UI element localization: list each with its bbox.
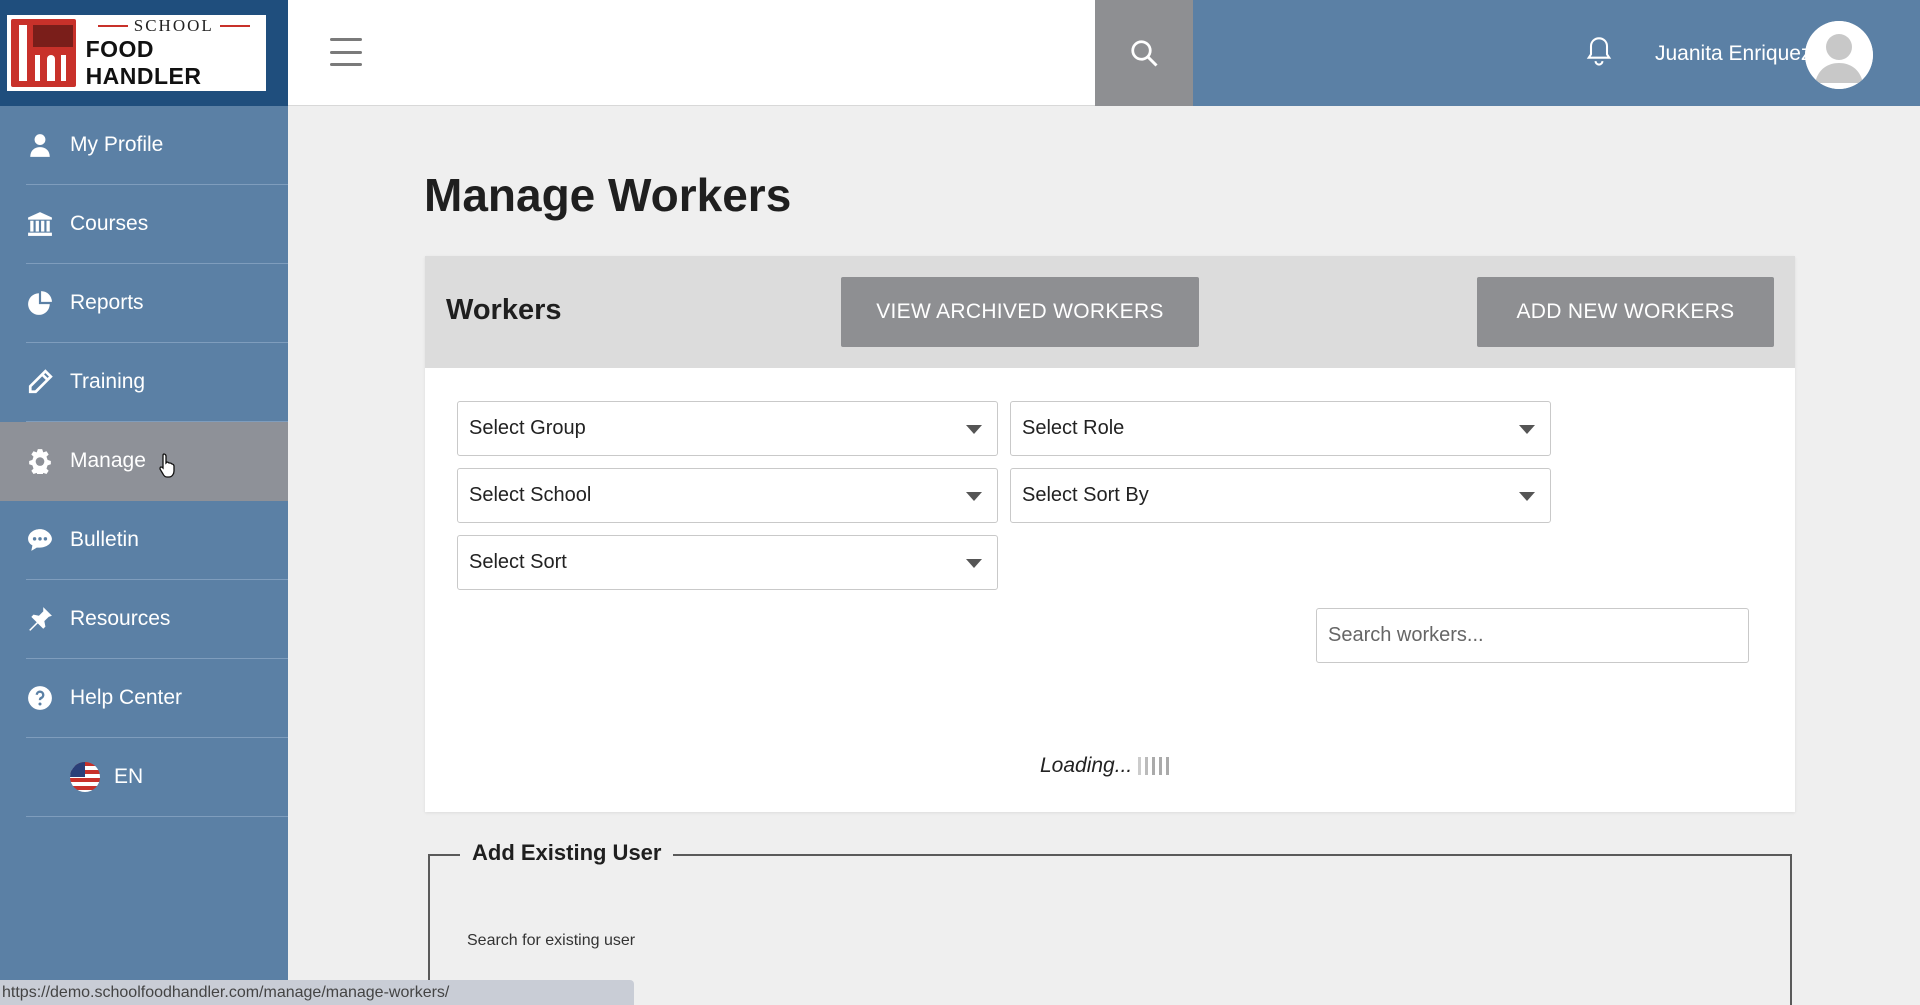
sidebar-item-training[interactable]: Training <box>26 343 288 422</box>
sidebar-item-label: Help Center <box>70 686 183 709</box>
logo-area: SCHOOL FOOD HANDLER <box>0 0 288 106</box>
sidebar-nav: My Profile Courses Reports Training Mana… <box>0 106 288 817</box>
panel-header: Workers VIEW ARCHIVED WORKERS ADD NEW WO… <box>425 256 1795 368</box>
chevron-down-icon <box>1519 492 1535 501</box>
sidebar-item-label: Training <box>70 370 146 393</box>
user-avatar-icon <box>1805 21 1873 89</box>
gear-icon <box>26 447 54 475</box>
sidebar-item-label: Courses <box>70 212 149 235</box>
sidebar-item-bulletin[interactable]: Bulletin <box>26 501 288 580</box>
add-new-workers-button[interactable]: ADD NEW WORKERS <box>1477 277 1774 347</box>
chevron-down-icon <box>966 425 982 434</box>
select-sort-dropdown[interactable]: Select Sort <box>457 535 998 590</box>
loading-indicator: Loading... <box>1040 754 1170 778</box>
chevron-down-icon <box>966 492 982 501</box>
sidebar-item-label: Manage <box>70 449 146 472</box>
language-label: EN <box>114 765 144 788</box>
search-workers-input[interactable] <box>1316 608 1749 663</box>
sidebar-item-help-center[interactable]: Help Center <box>26 659 288 738</box>
chat-icon <box>26 526 54 554</box>
logo[interactable]: SCHOOL FOOD HANDLER <box>7 15 266 91</box>
chevron-down-icon <box>1519 425 1535 434</box>
sidebar: SCHOOL FOOD HANDLER My Profile Courses R… <box>0 0 288 1005</box>
pin-icon <box>26 605 54 633</box>
panel-title: Workers <box>446 294 562 326</box>
user-icon <box>26 131 54 159</box>
sidebar-item-label: Reports <box>70 291 144 314</box>
us-flag-icon <box>70 762 100 792</box>
sidebar-item-label: Bulletin <box>70 528 139 551</box>
bell-icon[interactable] <box>1585 36 1613 68</box>
logo-bottom-text: FOOD HANDLER <box>85 36 202 89</box>
menu-toggle-icon[interactable] <box>330 38 362 66</box>
loading-bars-icon <box>1138 757 1170 775</box>
select-sort-by-dropdown[interactable]: Select Sort By <box>1010 468 1551 523</box>
sidebar-item-reports[interactable]: Reports <box>26 264 288 343</box>
add-existing-user-legend: Add Existing User <box>460 840 674 866</box>
pie-chart-icon <box>26 289 54 317</box>
user-area: Juanita Enriquez <box>1193 0 1920 106</box>
help-icon <box>26 684 54 712</box>
select-sort-value: Select Sort <box>469 551 567 573</box>
logo-text: SCHOOL FOOD HANDLER <box>86 16 262 90</box>
select-role-value: Select Role <box>1022 417 1125 439</box>
workers-panel: Workers VIEW ARCHIVED WORKERS ADD NEW WO… <box>425 256 1795 812</box>
page-title: Manage Workers <box>424 169 792 221</box>
select-group-dropdown[interactable]: Select Group <box>457 401 998 456</box>
search-icon <box>1131 40 1158 67</box>
loading-text: Loading... <box>1040 754 1133 777</box>
sidebar-item-my-profile[interactable]: My Profile <box>26 106 288 185</box>
hand-cursor-icon <box>159 453 175 478</box>
logo-mark-icon <box>11 19 76 87</box>
pencil-icon <box>26 368 54 396</box>
select-group-value: Select Group <box>469 417 586 439</box>
username[interactable]: Juanita Enriquez <box>1655 42 1811 66</box>
language-selector[interactable]: EN <box>26 738 288 817</box>
avatar[interactable] <box>1805 21 1873 89</box>
status-url-bar: https://demo.schoolfoodhandler.com/manag… <box>0 980 634 1005</box>
select-sort-by-value: Select Sort By <box>1022 484 1149 506</box>
top-bar: Juanita Enriquez <box>288 0 1920 106</box>
search-button[interactable] <box>1095 0 1193 106</box>
select-role-dropdown[interactable]: Select Role <box>1010 401 1551 456</box>
logo-top-text: SCHOOL <box>133 16 214 35</box>
view-archived-workers-button[interactable]: VIEW ARCHIVED WORKERS <box>841 277 1199 347</box>
sidebar-item-label: My Profile <box>70 133 164 156</box>
sidebar-item-courses[interactable]: Courses <box>26 185 288 264</box>
select-school-dropdown[interactable]: Select School <box>457 468 998 523</box>
sidebar-item-label: Resources <box>70 607 171 630</box>
chevron-down-icon <box>966 559 982 568</box>
search-existing-user-label: Search for existing user <box>467 932 636 949</box>
sidebar-item-resources[interactable]: Resources <box>26 580 288 659</box>
select-school-value: Select School <box>469 484 592 506</box>
sidebar-item-manage[interactable]: Manage <box>26 422 288 501</box>
bank-icon <box>26 210 54 238</box>
